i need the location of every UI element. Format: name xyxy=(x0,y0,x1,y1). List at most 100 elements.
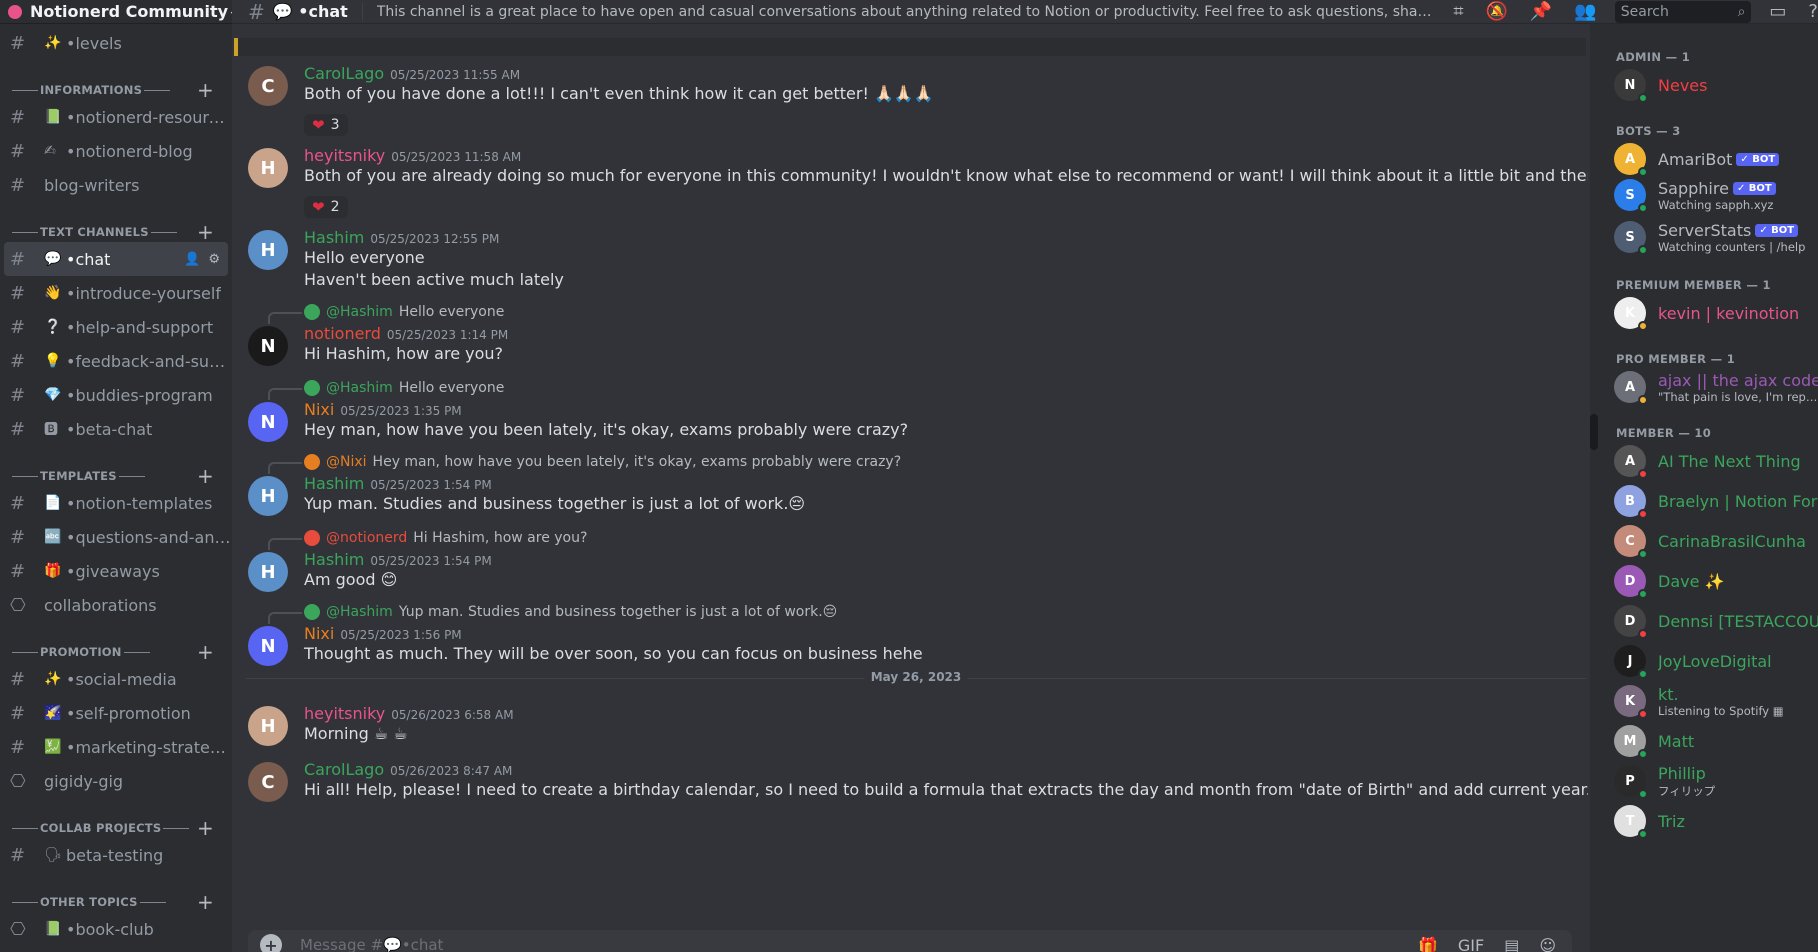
channel-item[interactable]: # 🔤 •questions-and-ans... xyxy=(0,520,232,554)
channel-item[interactable]: # ✍ •notionerd-blog xyxy=(0,134,232,168)
reaction-heart[interactable]: ❤ 3 xyxy=(304,114,348,136)
channel-item[interactable]: ⎔ gigidy-gig xyxy=(0,764,232,798)
message-author[interactable]: Nixi xyxy=(304,400,334,419)
reaction-heart[interactable]: ❤ 2 xyxy=(304,196,348,218)
channel-item[interactable]: # 💬 •chat 👤 ⚙ xyxy=(4,242,228,276)
message-composer[interactable]: + Message #💬•chat 🎁 GIF ▤ ☺ xyxy=(248,930,1572,952)
member-name: Phillip xyxy=(1658,764,1715,783)
avatar[interactable]: N xyxy=(248,626,288,666)
member-item[interactable]: S ServerStats ✓ BOT Watching counters | /he… xyxy=(1614,216,1818,258)
threads-icon[interactable]: ⌗ xyxy=(1453,1,1463,22)
reply-preview[interactable]: @Nixi Hey man, how have you been lately, … xyxy=(268,454,901,474)
channel-item[interactable]: # 🗣 beta-testing xyxy=(0,838,232,872)
member-group-header: MEMBER — 10 xyxy=(1616,426,1712,440)
composer-placeholder: Message #💬•chat xyxy=(300,936,444,952)
add-channel-icon[interactable]: + xyxy=(197,816,214,840)
gift-icon[interactable]: 🎁 xyxy=(1418,936,1438,952)
channel-item[interactable]: # 🌠 •self-promotion xyxy=(0,696,232,730)
channel-item[interactable]: # ✨ •social-media xyxy=(0,662,232,696)
reply-preview[interactable]: @notionerd Hi Hashim, how are you? xyxy=(268,530,587,550)
avatar[interactable]: H xyxy=(248,476,288,516)
message-author[interactable]: Hashim xyxy=(304,228,364,247)
gear-icon[interactable]: ⚙ xyxy=(208,252,220,267)
message-author[interactable]: Hashim xyxy=(304,550,364,569)
member-list-icon[interactable]: 👥 xyxy=(1574,1,1596,22)
member-item[interactable]: Kkt. Listening to Spotify ▦ xyxy=(1614,680,1818,722)
reply-preview[interactable]: @Hashim Hello everyone xyxy=(268,380,504,400)
channel-item[interactable]: # ❔ •help-and-support xyxy=(0,310,232,344)
channel-item[interactable]: # 💡 •feedback-and-sugg... xyxy=(0,344,232,378)
member-group-header: PRO MEMBER — 1 xyxy=(1616,352,1735,366)
channel-item[interactable]: ⎔ 📗 •book-club xyxy=(0,912,232,946)
message-author[interactable]: CarolLago xyxy=(304,64,384,83)
pinned-icon[interactable]: 📌 xyxy=(1530,1,1552,22)
member-item[interactable]: N Neves xyxy=(1614,64,1818,106)
member-item[interactable]: Kkevin | kevinotion xyxy=(1614,292,1818,334)
chat-scrollbar[interactable] xyxy=(1590,24,1598,952)
member-item[interactable]: S Sapphire ✓ BOT Watching sapph.xyz xyxy=(1614,174,1818,216)
member-item[interactable]: Aajax || the ajax codex "That pain is lov… xyxy=(1614,366,1818,408)
add-channel-icon[interactable]: + xyxy=(197,640,214,664)
member-item[interactable]: J JoyLoveDigital xyxy=(1614,640,1818,682)
add-channel-icon[interactable]: + xyxy=(197,464,214,488)
reply-author[interactable]: @Hashim xyxy=(326,380,393,396)
add-attachment-icon[interactable]: + xyxy=(260,934,282,952)
member-name: kt. xyxy=(1658,685,1784,704)
avatar[interactable]: H xyxy=(248,148,288,188)
invite-icon[interactable]: 👤 xyxy=(184,252,200,267)
add-channel-icon[interactable]: + xyxy=(197,78,214,102)
sticker-icon[interactable]: ▤ xyxy=(1504,936,1519,952)
gif-icon[interactable]: GIF xyxy=(1458,936,1484,952)
reply-author[interactable]: @Hashim xyxy=(326,604,393,620)
avatar[interactable]: H xyxy=(248,552,288,592)
message-author[interactable]: CarolLago xyxy=(304,760,384,779)
message-author[interactable]: heyitsniky xyxy=(304,146,385,165)
add-channel-icon[interactable]: + xyxy=(197,220,214,244)
inbox-icon[interactable]: ▭ xyxy=(1769,1,1786,22)
channel-item[interactable]: # 🅱 •beta-chat xyxy=(0,412,232,446)
avatar[interactable]: C xyxy=(248,762,288,802)
emoji-icon[interactable]: ☺ xyxy=(1539,936,1556,952)
message-author[interactable]: Nixi xyxy=(304,624,334,643)
message-text: Hello everyone xyxy=(304,248,425,267)
member-item[interactable]: P Phillip フィリップ xyxy=(1614,760,1818,802)
message-author[interactable]: heyitsniky xyxy=(304,704,385,723)
reply-author[interactable]: @notionerd xyxy=(326,530,407,546)
reply-author[interactable]: @Nixi xyxy=(326,454,367,470)
avatar[interactable]: H xyxy=(248,230,288,270)
help-icon[interactable]: ? xyxy=(1808,1,1818,22)
channel-topic[interactable]: This channel is a great place to have op… xyxy=(377,4,1434,20)
channel-item[interactable]: # 💹 •marketing-strategies xyxy=(0,730,232,764)
channel-item[interactable]: # blog-writers xyxy=(0,168,232,202)
search-input[interactable]: Search ⌕ xyxy=(1614,0,1752,23)
avatar[interactable]: N xyxy=(248,326,288,366)
scrollbar-thumb[interactable] xyxy=(1590,414,1598,450)
member-item[interactable]: A AI The Next Thing xyxy=(1614,440,1818,482)
message-author[interactable]: Hashim xyxy=(304,474,364,493)
reply-line xyxy=(268,388,302,400)
channel-item[interactable]: # 🎁 •giveaways xyxy=(0,554,232,588)
member-item[interactable]: D Dennsi [TESTACCOU... xyxy=(1614,600,1818,642)
channel-item[interactable]: # 📄 •notion-templates xyxy=(0,486,232,520)
member-item[interactable]: D Dave ✨ xyxy=(1614,560,1818,602)
channel-item[interactable]: ⎔ collaborations xyxy=(0,588,232,622)
member-item[interactable]: B Braelyn | Notion For A... xyxy=(1614,480,1818,522)
channel-item[interactable]: # 📗 •notionerd-resources xyxy=(0,100,232,134)
reply-preview[interactable]: @Hashim Hello everyone xyxy=(268,304,504,324)
avatar[interactable]: H xyxy=(248,706,288,746)
server-header[interactable]: Notionerd Community ⌄ xyxy=(0,0,232,24)
message-author[interactable]: notionerd xyxy=(304,324,381,343)
add-channel-icon[interactable]: + xyxy=(197,890,214,914)
avatar[interactable]: C xyxy=(248,66,288,106)
member-item[interactable]: T Triz xyxy=(1614,800,1818,842)
reply-preview[interactable]: @Hashim Yup man. Studies and business tog… xyxy=(268,604,837,624)
mute-bell-icon[interactable]: 🔕 xyxy=(1486,1,1508,22)
channel-item[interactable]: # 💎 •buddies-program xyxy=(0,378,232,412)
member-item[interactable]: M Matt xyxy=(1614,720,1818,762)
channel-item[interactable]: # ✨ •levels xyxy=(0,26,232,60)
member-name-text: JoyLoveDigital xyxy=(1658,651,1772,671)
channel-item[interactable]: # 👋 •introduce-yourself xyxy=(0,276,232,310)
reply-author[interactable]: @Hashim xyxy=(326,304,393,320)
avatar[interactable]: N xyxy=(248,402,288,442)
member-item[interactable]: C CarinaBrasilCunha xyxy=(1614,520,1818,562)
